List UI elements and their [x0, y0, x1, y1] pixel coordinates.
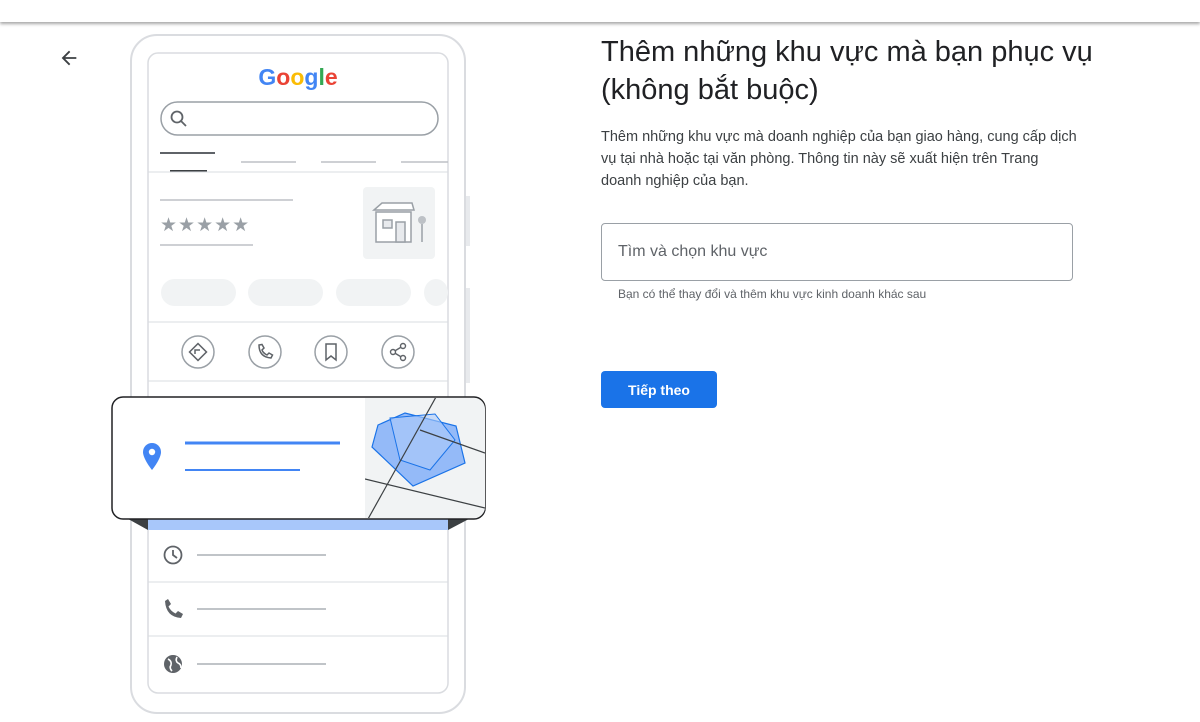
rating-stars: ★★★★★ — [160, 214, 250, 236]
back-arrow-icon[interactable] — [56, 45, 82, 71]
bookmark-icon — [314, 335, 348, 369]
service-area-search-input[interactable] — [602, 224, 1072, 280]
google-logo: Google — [258, 64, 337, 90]
mock-search-bar — [160, 101, 439, 136]
share-icon — [381, 335, 415, 369]
directions-icon — [181, 335, 215, 369]
next-button[interactable]: Tiếp theo — [601, 371, 717, 408]
page-description: Thêm những khu vực mà doanh nghiệp của b… — [601, 129, 1077, 189]
service-area-map — [365, 398, 485, 518]
service-area-search-field[interactable] — [601, 223, 1073, 281]
page-title: Thêm những khu vực mà bạn phục vụ (không… — [601, 36, 1093, 106]
helper-text: Bạn có thể thay đổi và thêm khu vực kinh… — [618, 287, 927, 301]
phone-call-icon — [248, 335, 282, 369]
globe-icon — [164, 655, 182, 673]
top-bar — [0, 0, 1200, 22]
service-area-illustration: Google ★★★★★ — [108, 32, 493, 717]
phone-screen — [147, 52, 449, 694]
